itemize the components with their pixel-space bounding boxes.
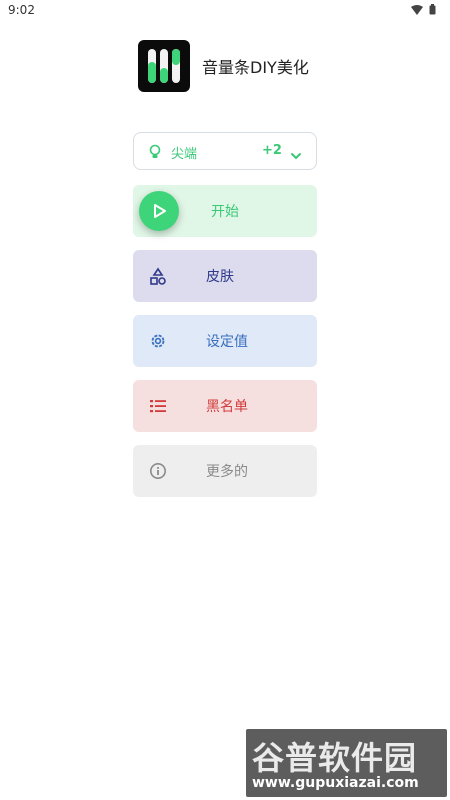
- shapes-icon: [149, 267, 167, 289]
- info-icon: [149, 462, 167, 484]
- more-button[interactable]: 更多的: [133, 445, 317, 497]
- battery-icon: [429, 4, 436, 15]
- app-header: 音量条DIY美化: [138, 40, 309, 92]
- settings-button[interactable]: 设定值: [133, 315, 317, 367]
- mode-count-badge: +2: [262, 143, 282, 158]
- start-button[interactable]: 开始: [133, 185, 317, 237]
- settings-label: 设定值: [206, 334, 248, 350]
- skin-button[interactable]: 皮肤: [133, 250, 317, 302]
- mode-label: 尖端: [171, 147, 198, 162]
- wifi-icon: [411, 4, 423, 15]
- blacklist-button[interactable]: 黑名单: [133, 380, 317, 432]
- main-menu: 尖端 +2 开始 皮肤 设定值 黑名单 更多的: [133, 132, 317, 497]
- list-icon: [149, 397, 167, 419]
- mode-dropdown[interactable]: 尖端 +2: [133, 132, 317, 170]
- more-label: 更多的: [206, 464, 248, 480]
- watermark: 谷普软件园 www.gupuxiazai.com: [246, 729, 447, 797]
- play-icon: [154, 204, 166, 218]
- system-icons: [411, 4, 436, 15]
- skin-label: 皮肤: [206, 269, 234, 285]
- blacklist-label: 黑名单: [206, 399, 248, 415]
- watermark-title: 谷普软件园: [252, 739, 418, 777]
- chevron-down-icon: [290, 146, 302, 165]
- start-fab[interactable]: [139, 191, 179, 231]
- gear-icon: [149, 332, 167, 354]
- lightbulb-icon: [148, 144, 162, 164]
- app-logo: [138, 40, 190, 92]
- watermark-url: www.gupuxiazai.com: [252, 775, 419, 791]
- app-title: 音量条DIY美化: [202, 58, 309, 77]
- status-bar: 9:02: [0, 0, 450, 22]
- start-label: 开始: [211, 204, 239, 220]
- status-time: 9:02: [8, 3, 35, 17]
